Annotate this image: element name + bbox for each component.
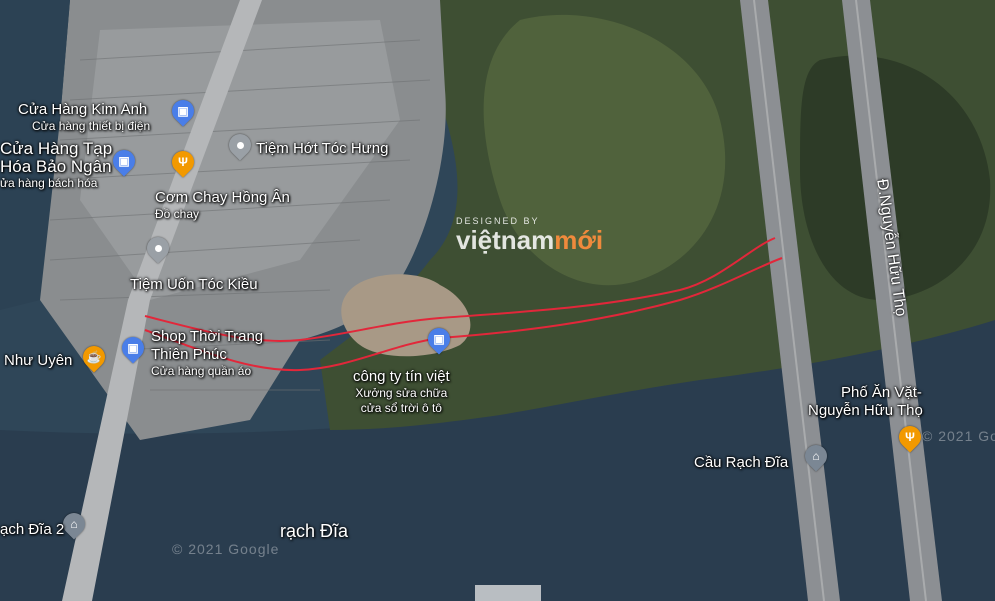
poi-thoi-trang[interactable]: Shop Thời Trang Thiên Phúc Cửa hàng quần…	[151, 328, 263, 379]
pin-icon[interactable]	[142, 232, 174, 264]
shopping-bag-icon[interactable]: ▣	[423, 323, 455, 355]
pin-icon[interactable]	[224, 129, 256, 161]
poi-tin-viet[interactable]: công ty tín việt Xưởng sửa chữa cửa sổ t…	[353, 368, 450, 416]
dock	[475, 585, 541, 601]
poi-category-line2: cửa sổ trời ô tô	[360, 401, 442, 415]
poi-name: Cầu Rạch Đĩa	[694, 454, 789, 471]
poi-name-line1: Cửa Hàng Tạp	[0, 139, 113, 158]
poi-name-line2: Hóa Bảo Ngân	[0, 157, 112, 176]
shopping-bag-icon[interactable]: ▣	[108, 145, 140, 177]
poi-category: ửa hàng bách hóa	[0, 176, 98, 190]
poi-category: Đồ chay	[155, 207, 200, 221]
watermark-word: việtnam	[456, 225, 555, 255]
poi-an-vat[interactable]: Phố Ăn Vặt- Nguyễn Hữu Thọ	[808, 384, 923, 420]
poi-name-line1: Phố Ăn Vặt-	[841, 384, 922, 401]
poi-name: Cơm Chay Hồng Ân	[155, 189, 290, 206]
satellite-map[interactable]	[0, 0, 995, 601]
poi-kim-anh[interactable]: Cửa Hàng Kim Anh Cửa hàng thiết bị điện	[18, 101, 150, 134]
vietnammoi-watermark: DESIGNED BY việtnammới	[456, 216, 603, 254]
copyright-left: © 2021 Google	[172, 541, 280, 557]
fork-knife-icon[interactable]: Ψ	[167, 146, 199, 178]
poi-toc-kieu[interactable]: Tiệm Uốn Tóc Kiều	[130, 276, 258, 294]
poi-name: Tiệm Uốn Tóc Kiều	[130, 276, 258, 293]
poi-name-line2: Nguyễn Hữu Thọ	[808, 402, 923, 419]
poi-cau-rach-dia[interactable]: Cầu Rạch Đĩa	[694, 454, 788, 472]
poi-name: Như Uyên	[4, 352, 73, 369]
poi-rach-dia-2[interactable]: ạch Đĩa 2	[0, 521, 64, 539]
poi-name: công ty tín việt	[353, 368, 450, 385]
poi-name-line2: Thiên Phúc	[151, 346, 227, 363]
shopping-bag-icon[interactable]: ▣	[117, 332, 149, 364]
poi-nhu-uyen[interactable]: Như Uyên	[4, 352, 72, 370]
watermark-main: việtnammới	[456, 226, 603, 254]
poi-com-chay[interactable]: Cơm Chay Hồng Ân Đồ chay	[155, 189, 290, 222]
bridge-icon[interactable]: ⌂	[800, 440, 832, 472]
shopping-bag-icon[interactable]: ▣	[167, 95, 199, 127]
poi-toc-hung[interactable]: Tiệm Hớt Tóc Hưng	[256, 140, 388, 158]
coffee-cup-icon[interactable]: ☕	[78, 341, 110, 373]
poi-name: Tiệm Hớt Tóc Hưng	[256, 140, 389, 157]
poi-tap-hoa[interactable]: Cửa Hàng Tạp Hóa Bảo Ngân ửa hàng bách h…	[0, 140, 112, 191]
poi-category: Cửa hàng thiết bị điện	[32, 119, 151, 133]
poi-category: Cửa hàng quần áo	[151, 364, 252, 378]
copyright-right: © 2021 Goog	[922, 428, 995, 444]
fork-knife-icon[interactable]: Ψ	[894, 421, 926, 453]
watermark-accent: mới	[554, 225, 604, 255]
poi-name-line1: Shop Thời Trang	[151, 328, 264, 345]
water-label-rach-dia: rạch Đĩa	[280, 521, 349, 541]
poi-name: ạch Đĩa 2	[0, 521, 65, 538]
poi-category-line1: Xưởng sửa chữa	[355, 386, 448, 400]
poi-name: Cửa Hàng Kim Anh	[18, 101, 148, 118]
